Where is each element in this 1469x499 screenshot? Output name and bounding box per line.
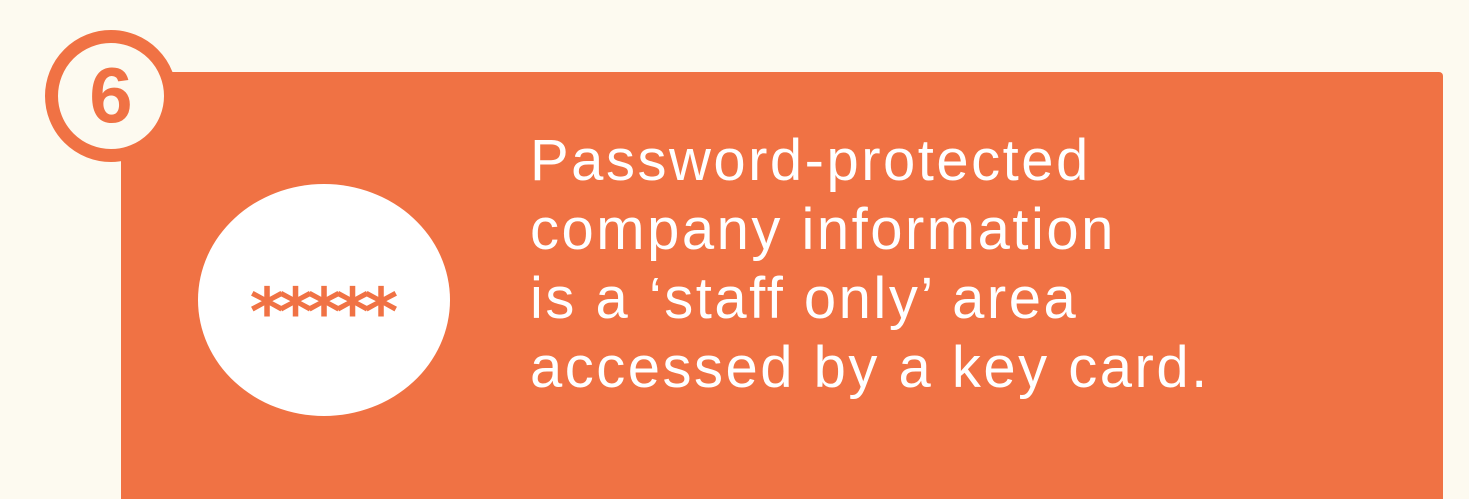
infographic-step: 6 ***** Password-protected company infor…	[0, 0, 1469, 499]
step-number: 6	[89, 51, 133, 139]
description-line-1: Password-protected	[530, 128, 1091, 193]
step-number-badge: 6	[45, 30, 177, 162]
description-line-3: is a ‘staff only’ area	[530, 266, 1079, 331]
step-description: Password-protected company information i…	[530, 126, 1430, 402]
description-line-2: company information	[530, 197, 1116, 262]
description-line-4: accessed by a key card.	[530, 335, 1210, 400]
password-mask-icon: *****	[198, 184, 450, 416]
password-mask-text: *****	[249, 274, 399, 351]
